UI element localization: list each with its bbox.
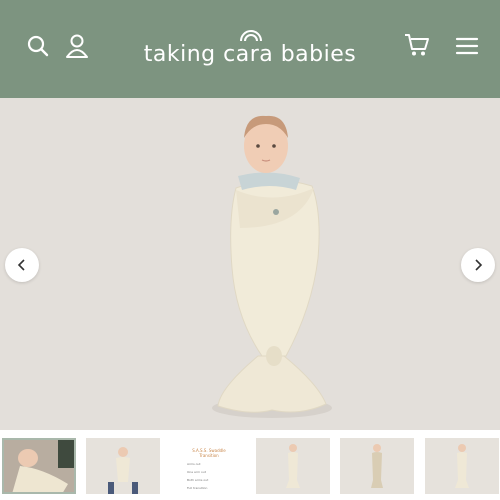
product-image-carousel[interactable] (0, 98, 500, 430)
thumbnail-1[interactable] (2, 438, 76, 494)
thumbnail-list-row: Both arms out (187, 478, 209, 482)
chevron-right-icon (475, 259, 483, 271)
thumbnail-list-row: Arms out (187, 462, 201, 466)
product-image (212, 115, 332, 418)
thumbnail-list-card: S.A.S.S. Swaddle Transition Arms out One… (187, 448, 231, 490)
thumbnail-image (256, 438, 330, 494)
thumbnail-4[interactable] (256, 438, 330, 494)
thumbnail-image (2, 438, 76, 494)
carousel-prev-button[interactable] (5, 248, 39, 282)
thumbnail-5[interactable] (340, 438, 414, 494)
carousel-next-button[interactable] (461, 248, 495, 282)
menu-icon[interactable] (455, 36, 479, 56)
thumbnail-list-row: Full transition (187, 486, 208, 490)
chevron-left-icon (17, 259, 25, 271)
thumbnail-image (340, 438, 414, 494)
thumbnail-3[interactable]: S.A.S.S. Swaddle Transition Arms out One… (171, 438, 245, 494)
thumbnail-6[interactable] (425, 438, 499, 494)
thumbnail-list-title: S.A.S.S. Swaddle Transition (192, 448, 226, 458)
site-header: taking cara babies (0, 0, 500, 98)
thumbnail-strip: S.A.S.S. Swaddle Transition Arms out One… (0, 438, 500, 494)
thumbnail-list-row: One arm out (187, 470, 206, 474)
thumbnail-2[interactable] (86, 438, 160, 494)
thumbnail-image (425, 438, 499, 494)
cart-icon[interactable] (404, 33, 430, 57)
thumbnail-image (86, 438, 160, 494)
